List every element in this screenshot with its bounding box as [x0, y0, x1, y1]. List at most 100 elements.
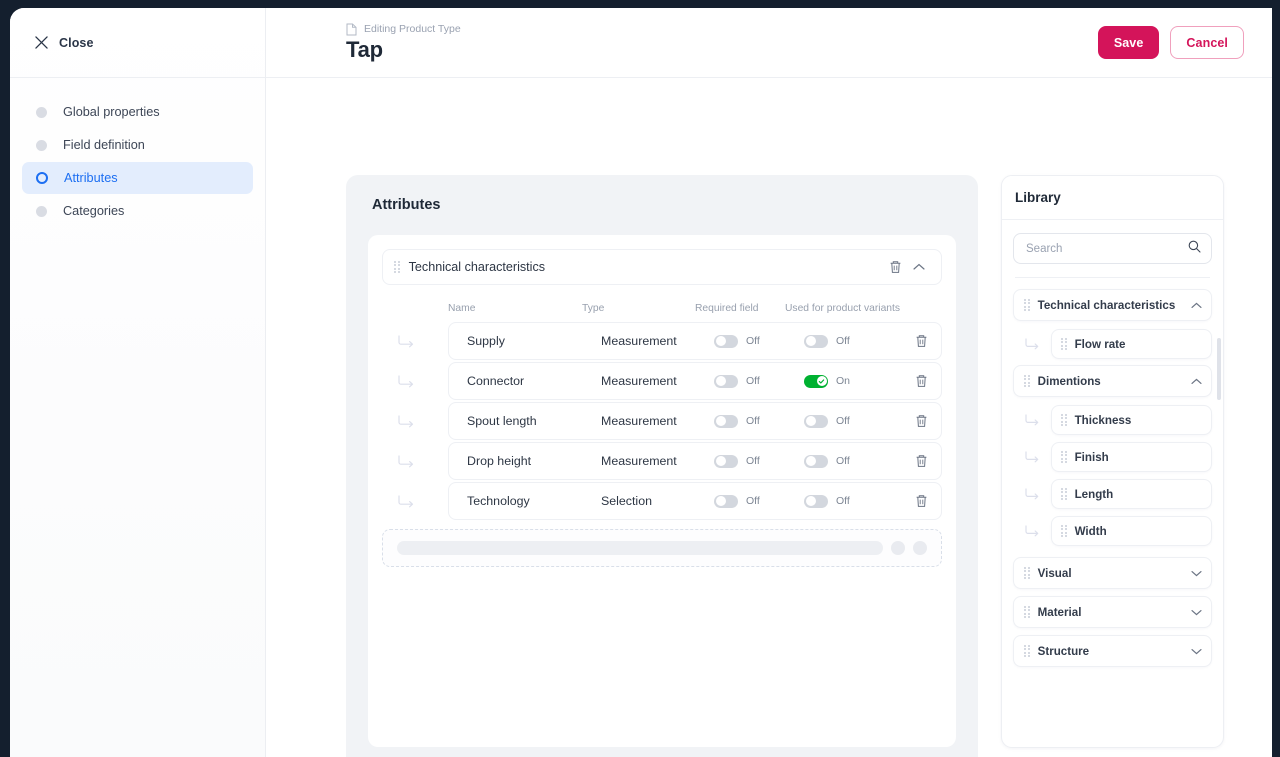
library-item-flow-rate[interactable]: Flow rate	[1051, 329, 1212, 359]
library-item-label: Finish	[1074, 450, 1109, 464]
variants-toggle[interactable]: On	[804, 374, 901, 388]
trash-icon[interactable]	[901, 334, 941, 348]
page-title: Tap	[346, 36, 383, 62]
document-icon	[346, 23, 357, 36]
child-arrow-icon	[382, 494, 448, 508]
chevron-down-icon[interactable]	[1191, 603, 1202, 621]
library-item-width[interactable]: Width	[1051, 516, 1212, 546]
placeholder-bar	[397, 541, 883, 555]
drag-handle-icon[interactable]	[1024, 298, 1030, 312]
chevron-down-icon[interactable]	[1191, 642, 1202, 660]
dot-icon	[36, 205, 47, 217]
drag-handle-icon[interactable]	[1061, 524, 1067, 538]
trash-icon[interactable]	[901, 374, 941, 388]
library-group-technical-characteristics[interactable]: Technical characteristics	[1013, 289, 1212, 321]
close-button[interactable]: Close	[35, 36, 94, 50]
attribute-row-supply[interactable]: Supply Measurement Off Off	[448, 322, 942, 360]
required-toggle[interactable]: Off	[714, 374, 804, 388]
child-arrow-icon	[1013, 338, 1051, 350]
library-item-length[interactable]: Length	[1051, 479, 1212, 509]
save-button[interactable]: Save	[1097, 26, 1160, 59]
variants-toggle[interactable]: Off	[804, 334, 901, 348]
sidebar-item-label: Attributes	[64, 171, 118, 185]
required-toggle[interactable]: Off	[714, 414, 804, 428]
sidebar-item-field-definition[interactable]: Field definition	[22, 129, 253, 161]
search-icon[interactable]	[1188, 240, 1201, 258]
chevron-up-icon[interactable]	[1191, 372, 1202, 390]
library-item-thickness[interactable]: Thickness	[1051, 405, 1212, 435]
variants-toggle[interactable]: Off	[804, 454, 901, 468]
trash-icon[interactable]	[883, 255, 907, 279]
variants-toggle[interactable]: Off	[804, 494, 901, 508]
library-body: Technical characteristics Flow r	[1002, 220, 1223, 747]
attribute-drop-placeholder[interactable]	[382, 529, 942, 567]
library-group-title: Material	[1037, 605, 1082, 619]
content-area: Editing Product Type Tap Save Cancel Att…	[266, 8, 1272, 757]
library-item-label: Width	[1074, 524, 1107, 538]
variants-toggle[interactable]: Off	[804, 414, 901, 428]
chevron-up-icon[interactable]	[907, 255, 931, 279]
child-arrow-icon	[1013, 525, 1051, 537]
breadcrumb: Editing Product Type	[346, 23, 1098, 36]
required-toggle[interactable]: Off	[714, 334, 804, 348]
chevron-up-icon[interactable]	[1191, 296, 1202, 314]
divider	[1015, 277, 1210, 278]
library-item-label: Flow rate	[1074, 337, 1126, 351]
drag-handle-icon[interactable]	[1024, 644, 1030, 658]
page-header: Editing Product Type Tap Save Cancel	[266, 8, 1272, 78]
drag-handle-icon[interactable]	[1061, 450, 1067, 464]
toggle-label: Off	[836, 455, 850, 467]
attribute-type: Selection	[601, 494, 652, 508]
trash-icon[interactable]	[901, 454, 941, 468]
library-item-finish[interactable]: Finish	[1051, 442, 1212, 472]
child-arrow-icon	[1013, 488, 1051, 500]
attributes-heading: Attributes	[372, 197, 441, 213]
toggle-label: Off	[746, 415, 760, 427]
attributes-panel: Attributes Technical characteristics Nam…	[346, 175, 978, 757]
column-header-variants: Used for product variants	[785, 302, 901, 314]
attribute-row-connector[interactable]: Connector Measurement Off On	[448, 362, 942, 400]
drag-handle-icon[interactable]	[1024, 374, 1030, 388]
library-search[interactable]	[1013, 233, 1212, 264]
trash-icon[interactable]	[901, 494, 941, 508]
attribute-group-header[interactable]: Technical characteristics	[382, 249, 942, 285]
toggle-label: Off	[836, 495, 850, 507]
attribute-row-technology[interactable]: Technology Selection Off Off	[448, 482, 942, 520]
drag-handle-icon[interactable]	[394, 260, 400, 274]
workspace: Attributes Technical characteristics Nam…	[266, 78, 1272, 757]
drag-handle-icon[interactable]	[1024, 605, 1030, 619]
required-toggle[interactable]: Off	[714, 494, 804, 508]
drag-handle-icon[interactable]	[1061, 413, 1067, 427]
list-item: Finish	[1013, 441, 1212, 473]
attribute-name: Drop height	[467, 454, 532, 468]
drag-handle-icon[interactable]	[1024, 566, 1030, 580]
chevron-down-icon[interactable]	[1191, 564, 1202, 582]
toggle-label: Off	[836, 415, 850, 427]
sidebar-item-global-properties[interactable]: Global properties	[22, 96, 253, 128]
library-group-structure[interactable]: Structure	[1013, 635, 1212, 667]
breadcrumb-label: Editing Product Type	[364, 23, 461, 36]
attributes-column-headers: Name Type Required field Used for produc…	[382, 295, 942, 321]
trash-icon[interactable]	[901, 414, 941, 428]
attribute-row-spout-length[interactable]: Spout length Measurement Off Off	[448, 402, 942, 440]
library-item-label: Length	[1074, 487, 1114, 501]
search-input[interactable]	[1026, 242, 1188, 255]
drag-handle-icon[interactable]	[1061, 487, 1067, 501]
library-group-material[interactable]: Material	[1013, 596, 1212, 628]
attribute-row-drop-height[interactable]: Drop height Measurement Off Off	[448, 442, 942, 480]
close-icon	[35, 36, 48, 49]
library-scrollbar[interactable]	[1217, 338, 1221, 400]
column-header-name: Name	[448, 302, 476, 314]
child-arrow-icon	[382, 454, 448, 468]
drag-handle-icon[interactable]	[1061, 337, 1067, 351]
cancel-button[interactable]: Cancel	[1170, 26, 1244, 59]
library-group-dimentions[interactable]: Dimentions	[1013, 365, 1212, 397]
sidebar-item-attributes[interactable]: Attributes	[22, 162, 253, 194]
attribute-type: Measurement	[601, 374, 677, 388]
sidebar-item-categories[interactable]: Categories	[22, 195, 253, 227]
library-group-visual[interactable]: Visual	[1013, 557, 1212, 589]
library-group-title: Visual	[1037, 566, 1072, 580]
required-toggle[interactable]: Off	[714, 454, 804, 468]
attribute-name: Supply	[467, 334, 505, 348]
attribute-name: Connector	[467, 374, 525, 388]
